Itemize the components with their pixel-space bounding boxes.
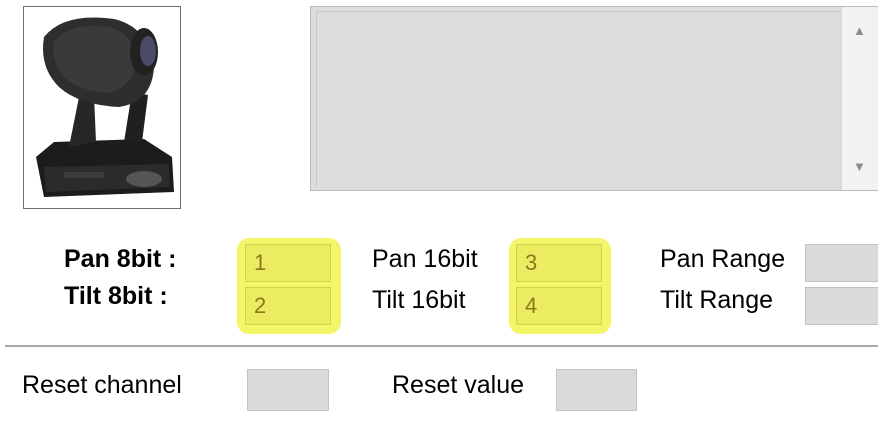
tilt-16bit-label: Tilt 16bit [372, 286, 466, 314]
reset-channel-field[interactable] [247, 369, 329, 411]
fixture-image [23, 6, 181, 209]
description-text[interactable] [316, 11, 840, 186]
tilt-range-label: Tilt Range [660, 286, 774, 314]
reset-channel-label: Reset channel [22, 371, 182, 399]
pan-16bit-field[interactable]: 3 [516, 244, 602, 282]
scroll-up-arrow-icon[interactable]: ▲ [853, 23, 866, 38]
reset-value-field[interactable] [556, 369, 637, 411]
tilt-8bit-label: Tilt 8bit : [64, 282, 168, 310]
pan-16bit-label: Pan 16bit [372, 245, 478, 273]
description-scrollbar[interactable]: ▲ ▼ [841, 7, 878, 190]
pan-range-field[interactable] [805, 244, 878, 282]
pan-8bit-label: Pan 8bit : [64, 245, 177, 273]
tilt-range-field[interactable] [805, 287, 878, 325]
reset-value-label: Reset value [392, 371, 525, 399]
tilt-16bit-field[interactable]: 4 [516, 287, 602, 325]
pan-range-label: Pan Range [660, 245, 786, 273]
tilt-8bit-field[interactable]: 2 [245, 287, 331, 325]
scroll-down-arrow-icon[interactable]: ▼ [853, 159, 866, 174]
pan-8bit-field[interactable]: 1 [245, 244, 331, 282]
section-divider [5, 345, 878, 347]
moving-head-fixture-icon [36, 17, 174, 197]
description-textarea[interactable]: ▲ ▼ [310, 6, 878, 191]
